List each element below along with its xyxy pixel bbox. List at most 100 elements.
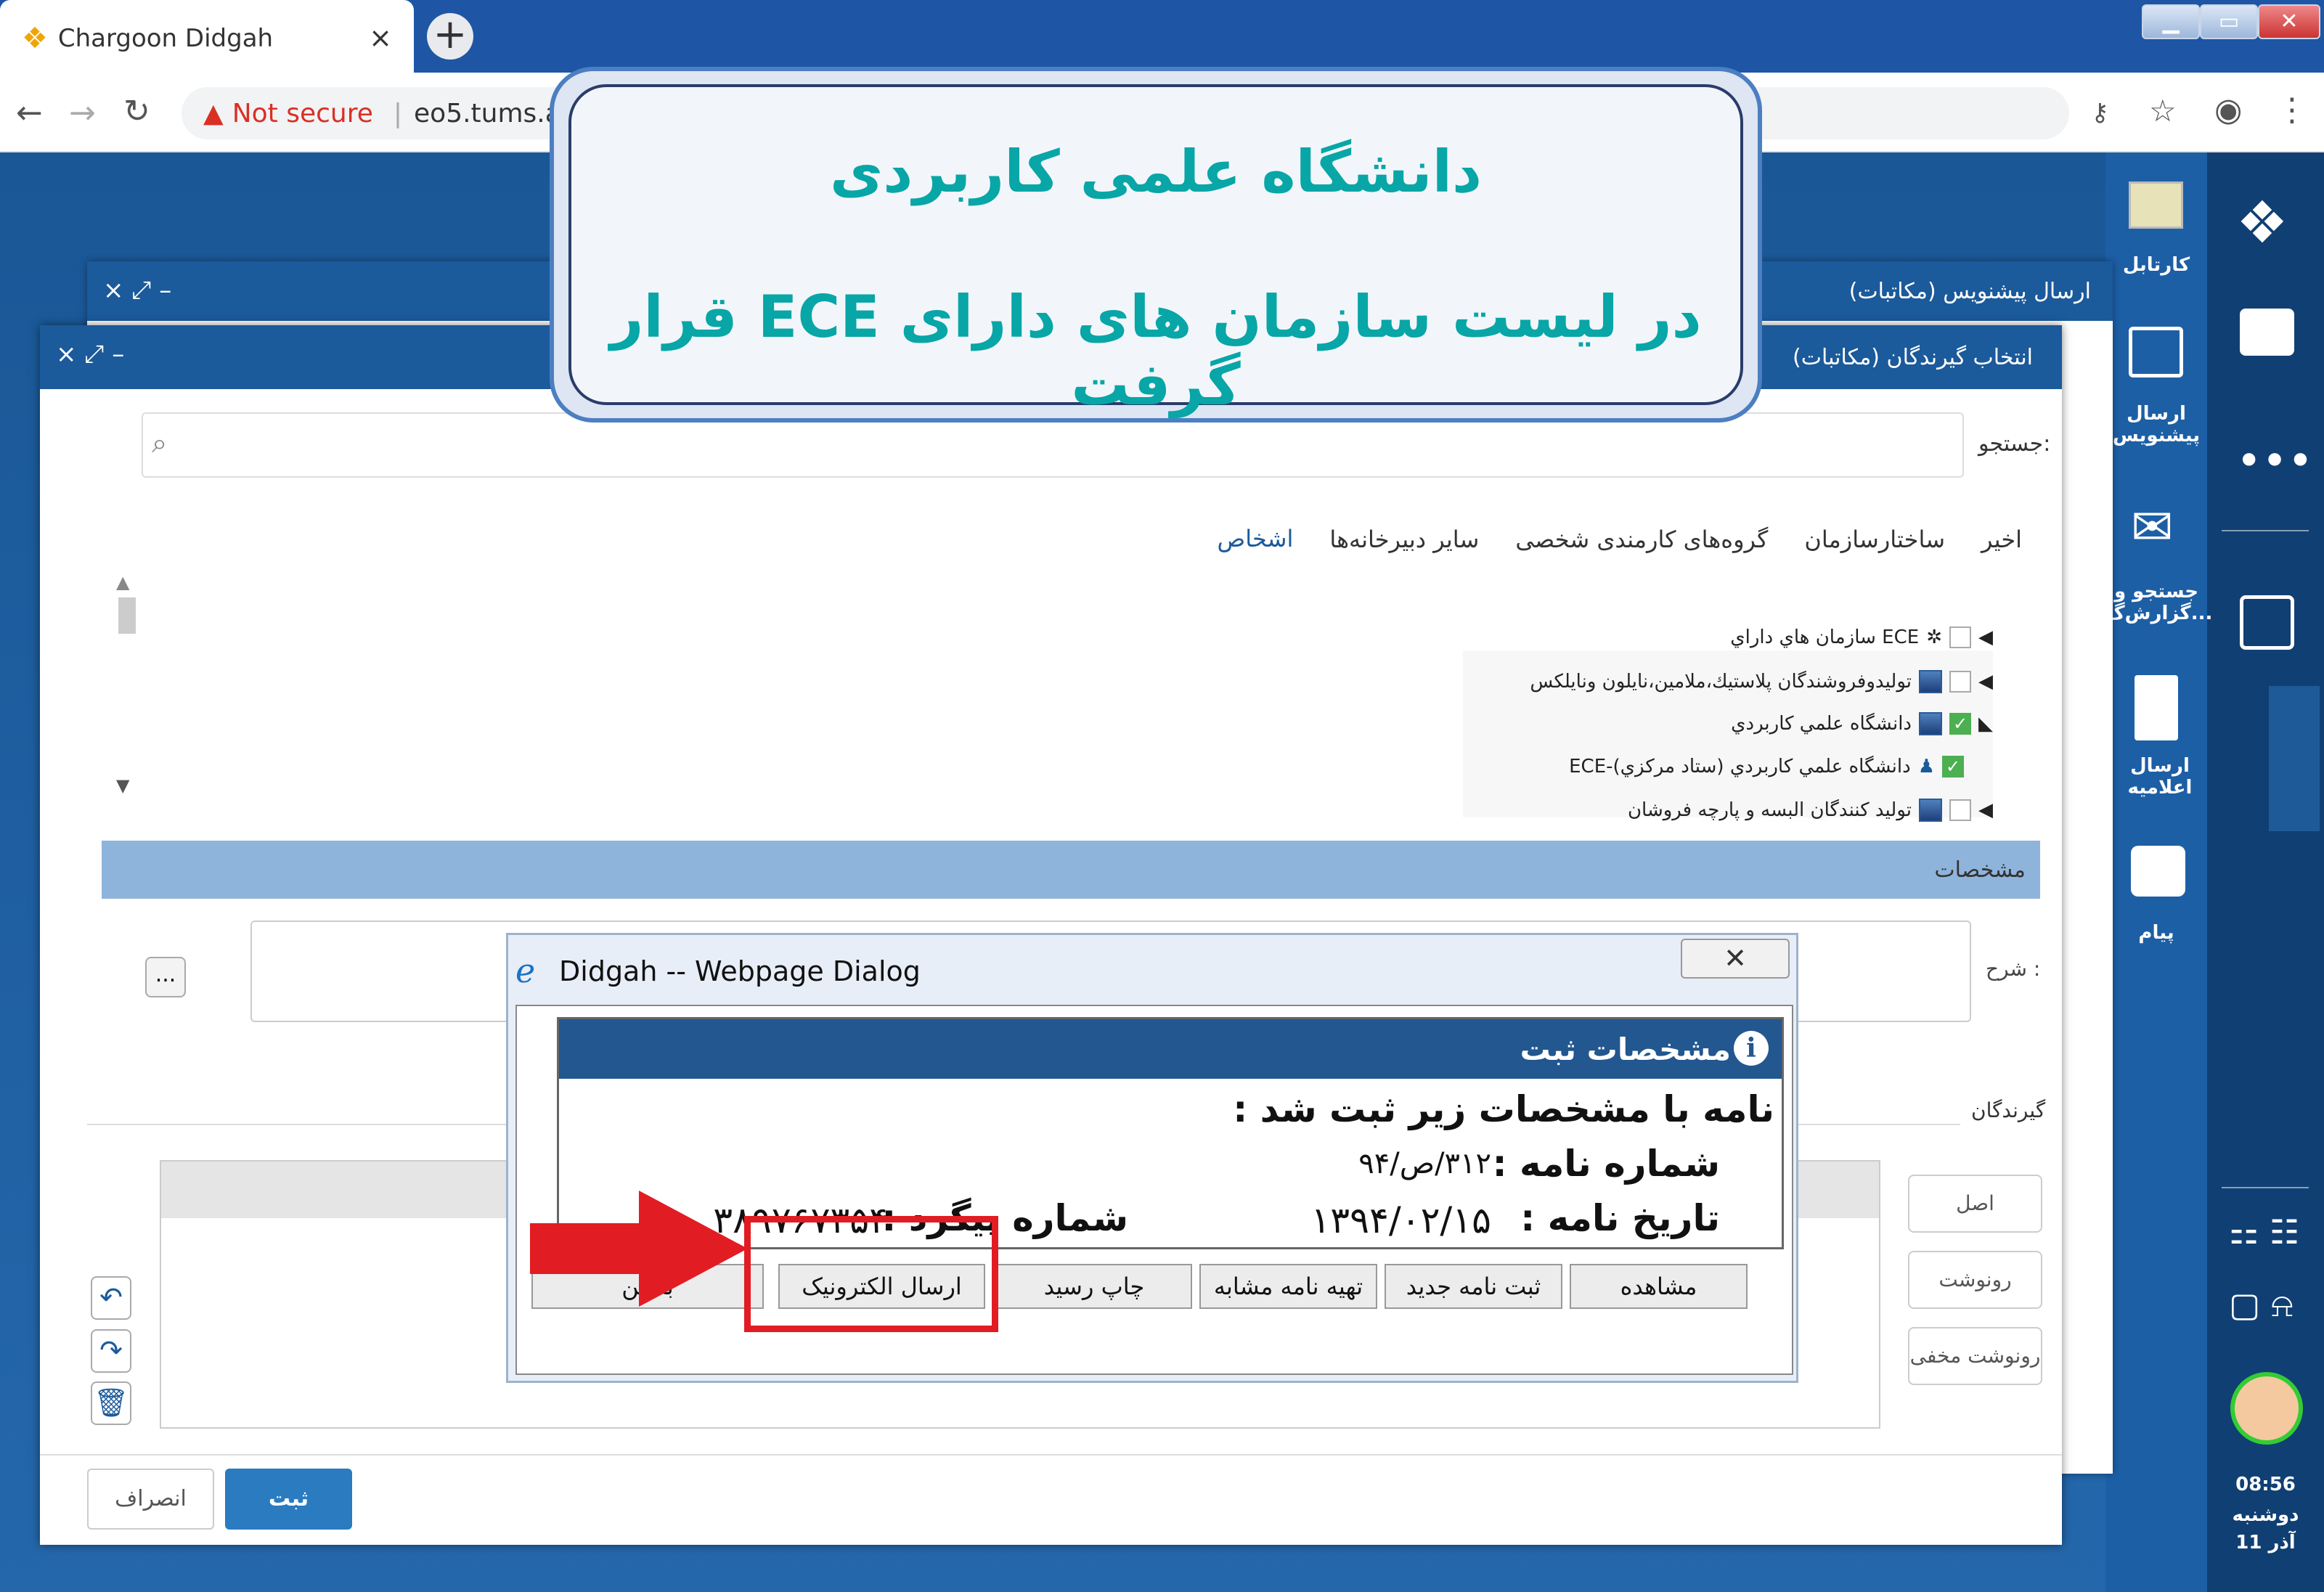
tree-scrollbar[interactable] [118,597,136,634]
similar-letter-button[interactable]: تهیه نامه مشابه [1199,1264,1377,1309]
tree-item-plastic[interactable]: ◀ توليدوفروشندگان پلاستيك،ملامين،نايلون و… [1530,670,1993,693]
cartable-icon[interactable] [2129,181,2183,229]
maximize-window-button[interactable]: ▭ [2200,4,2258,39]
info-icon: i [1734,1031,1769,1066]
highlight-frame [744,1216,998,1332]
original-button[interactable]: اصل [1908,1175,2042,1233]
draft-label[interactable]: ارسال پیشنویس [2098,403,2214,446]
more-icon[interactable]: ••• [2236,436,2313,486]
tab-recent[interactable]: اخیر [1981,526,2022,553]
search-mail-icon[interactable]: ✉ [2131,497,2174,557]
print-receipt-button[interactable]: چاپ رسید [996,1264,1192,1309]
dialog-body: مشخصات ثبت i نامه با مشخصات زیر ثبت شد :… [515,1005,1793,1375]
not-secure-label: Not secure [232,98,373,128]
tab-title: Chargoon Didgah [57,23,274,53]
save-button[interactable]: ثبت [225,1469,352,1530]
description-label: شرح : [1986,957,2041,981]
letter-date-label: تاریخ نامه : [1520,1197,1720,1239]
redo-icon[interactable]: ↷ [91,1329,131,1373]
checkbox-checked[interactable]: ✓ [1942,756,1964,777]
divider [2222,1187,2309,1188]
draft-window-controls[interactable]: × ⤢ – [103,276,171,305]
notification-icon[interactable]: ▢ ⍾ [2229,1285,2294,1326]
draft-list-icon[interactable] [2240,595,2294,650]
checkbox[interactable] [1949,671,1971,693]
more-button[interactable]: ... [145,957,186,997]
cartable-label[interactable]: کارتابل [2105,254,2207,276]
checkbox[interactable] [1949,626,1971,648]
banner-line-1: دانشگاه علمی کاربردی [829,138,1483,205]
avatar[interactable] [2230,1372,2303,1445]
recipient-tree: ▲ ▼ ◀ ✲ سازمان هاي داراي ECE ◀ توليدوفروشند… [116,565,2044,822]
tree-view-icon[interactable]: ⚏ ☷ [2229,1212,2299,1252]
scroll-down-icon[interactable]: ▼ [116,775,129,796]
checkbox[interactable] [1949,799,1971,821]
tree-item-university-hq[interactable]: ✓ ♟ ECE-دانشگاه علمي كاربردي (ستاد مركزي) [1569,756,1964,777]
spec-section-header: مشخصات [102,841,2040,899]
search-icon: ⌕ [152,427,168,459]
message-label[interactable]: پیام [2105,922,2207,944]
app-logo-icon: ❖ [2236,189,2288,256]
briefcase-icon[interactable] [2240,309,2294,356]
dialog-titlebar: ℯ Didgah -- Webpage Dialog [508,935,1796,1008]
message-icon[interactable] [2131,846,2185,897]
expand-icon[interactable]: ◀ [1978,626,1993,648]
tree-item-applied-university[interactable]: ◣ ✓ دانشگاه علمي كاربردي [1731,712,1993,735]
tab-persons[interactable]: اشخاص [1217,510,1294,569]
tree-item-label: توليدوفروشندگان پلاستيك،ملامين،نايلون ون… [1530,671,1912,693]
undo-icon[interactable]: ↶ [91,1276,131,1320]
registration-info-title: مشخصات ثبت [1520,1031,1731,1067]
draft-window-title: ارسال پیشنویس (مکاتبات) [1848,278,2091,304]
recipient-tabs: اخیر ساختارسازمان گروه‌های کارمندی شخصی … [1158,507,2022,572]
draft-icon[interactable] [2129,327,2183,377]
search-label[interactable]: جستجو و گزارش‌گ... [2105,581,2212,624]
menu-icon[interactable]: ⋮ [2276,91,2308,128]
minimize-window-button[interactable]: ▁ [2142,4,2200,39]
tab-other-secretariats[interactable]: سایر دبیرخانه‌ها [1329,526,1479,553]
separator: | [393,98,403,128]
spec-label: مشخصات [1934,857,2026,883]
reload-icon[interactable]: ↻ [123,93,150,130]
recipients-window-controls[interactable]: × ⤢ – [56,340,124,369]
view-button[interactable]: مشاهده [1570,1264,1748,1309]
red-arrow-icon [530,1191,748,1307]
clock-time: 08:56 [2235,1474,2296,1495]
checkbox-checked[interactable]: ✓ [1949,713,1971,735]
collapse-icon[interactable]: ◣ [1978,713,1993,735]
tab-org-structure[interactable]: ساختارسازمان [1804,526,1945,553]
warning-icon: ▲ [203,98,224,128]
back-icon[interactable]: ← [16,94,43,131]
tree-item-label: سازمان هاي داراي ECE [1730,626,1920,648]
close-window-button[interactable]: ✕ [2258,4,2320,39]
tree-item-label: توليد كنندگان البسه و پارچه فروشان [1627,799,1912,821]
announcement-icon[interactable] [2135,675,2178,740]
browser-tab[interactable]: ❖ Chargoon Didgah × [0,0,414,76]
letter-date-value: ۱۳۹۴/۰۲/۱۵ [1310,1199,1491,1241]
clock-day: دوشنبه [2232,1504,2299,1526]
registration-info-header: مشخصات ثبت i [559,1019,1782,1079]
forward-icon[interactable]: → [69,94,96,131]
hidden-copy-button[interactable]: رونوشت مخفی [1908,1327,2042,1385]
scroll-up-icon[interactable]: ▲ [116,572,129,592]
copy-button[interactable]: رونوشت [1908,1251,2042,1309]
dialog-title: Didgah -- Webpage Dialog [559,955,921,987]
tree-item-clothing[interactable]: ◀ توليد كنندگان البسه و پارچه فروشان [1628,799,1993,822]
tree-item-ece[interactable]: ◀ ✲ سازمان هاي داراي ECE [1730,626,1993,648]
recipients-label: گیرندگان [1971,1098,2046,1122]
key-icon[interactable]: ⚷ [2091,98,2109,127]
expand-icon[interactable]: ◀ [1978,799,1993,821]
tab-personal-groups[interactable]: گروه‌های کارمندی شخصی [1515,526,1768,553]
close-tab-icon[interactable]: × [369,22,392,54]
registered-message: نامه با مشخصات زیر ثبت شد : [1233,1088,1774,1130]
new-letter-button[interactable]: ثبت نامه جدید [1385,1264,1562,1309]
dialog-close-button[interactable]: ✕ [1681,939,1790,979]
announcement-banner: دانشگاه علمی کاربردی در لیست سازمان های … [550,67,1762,423]
trash-icon[interactable]: 🗑 [91,1381,131,1425]
new-tab-button[interactable]: + [427,13,473,60]
account-icon[interactable]: ◉ [2214,91,2242,128]
announcement-label[interactable]: ارسال اعلامیه [2105,755,2214,799]
star-icon[interactable]: ☆ [2149,93,2177,128]
cancel-button[interactable]: انصراف [87,1469,214,1530]
expand-icon[interactable]: ◀ [1978,671,1993,693]
clock-date: 11 آذر [2235,1532,2296,1554]
